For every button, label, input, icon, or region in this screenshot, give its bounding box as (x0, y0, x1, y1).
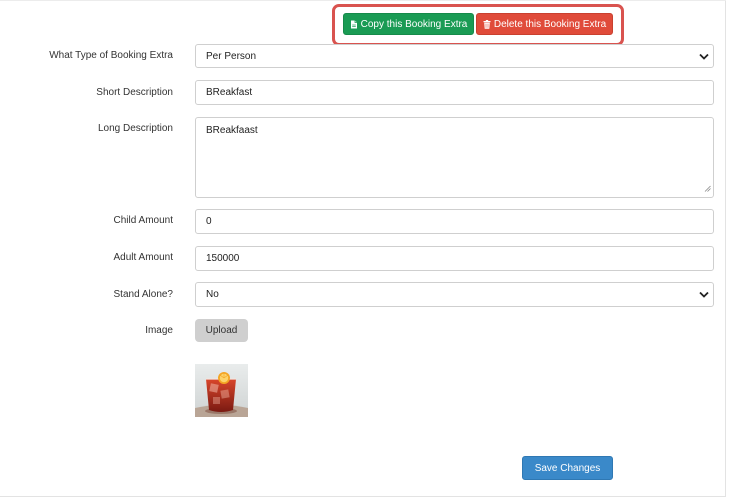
chevron-down-icon (699, 53, 709, 60)
type-label: What Type of Booking Extra (49, 50, 173, 61)
long-description-textarea[interactable]: BReakfaast (195, 117, 714, 198)
image-label: Image (145, 325, 173, 336)
trash-icon (483, 19, 491, 29)
type-select-value: Per Person (206, 50, 257, 62)
file-icon (350, 20, 357, 28)
stand-alone-select-value: No (206, 289, 219, 300)
short-description-value: BReakfast (206, 87, 253, 98)
adult-amount-label: Adult Amount (113, 252, 173, 263)
delete-button-label: Delete this Booking Extra (493, 18, 607, 30)
type-select[interactable]: Per Person (195, 44, 714, 68)
chevron-down-icon (699, 291, 709, 298)
adult-amount-input[interactable]: 150000 (195, 246, 714, 271)
upload-button[interactable]: Upload (195, 319, 248, 342)
upload-button-label: Upload (205, 325, 238, 336)
save-changes-button[interactable]: Save Changes (522, 456, 613, 480)
child-amount-input[interactable]: 0 (195, 209, 714, 234)
long-description-label: Long Description (97, 123, 173, 134)
child-amount-value: 0 (206, 216, 212, 227)
child-amount-label: Child Amount (113, 215, 173, 226)
stand-alone-select[interactable]: No (195, 282, 714, 307)
copy-button-label: Copy this Booking Extra (360, 18, 468, 30)
stand-alone-label: Stand Alone? (113, 289, 174, 300)
save-button-label: Save Changes (534, 462, 601, 474)
long-description-value: BReakfaast (206, 125, 258, 136)
resize-handle-icon[interactable] (704, 184, 711, 195)
booking-extra-image-thumbnail (195, 364, 248, 417)
panel-top-border (0, 0, 726, 1)
adult-amount-value: 150000 (206, 253, 240, 264)
short-description-label: Short Description (96, 87, 173, 98)
short-description-input[interactable]: BReakfast (195, 80, 714, 105)
delete-booking-extra-button[interactable]: Delete this Booking Extra (476, 13, 613, 35)
copy-booking-extra-button[interactable]: Copy this Booking Extra (343, 13, 474, 35)
